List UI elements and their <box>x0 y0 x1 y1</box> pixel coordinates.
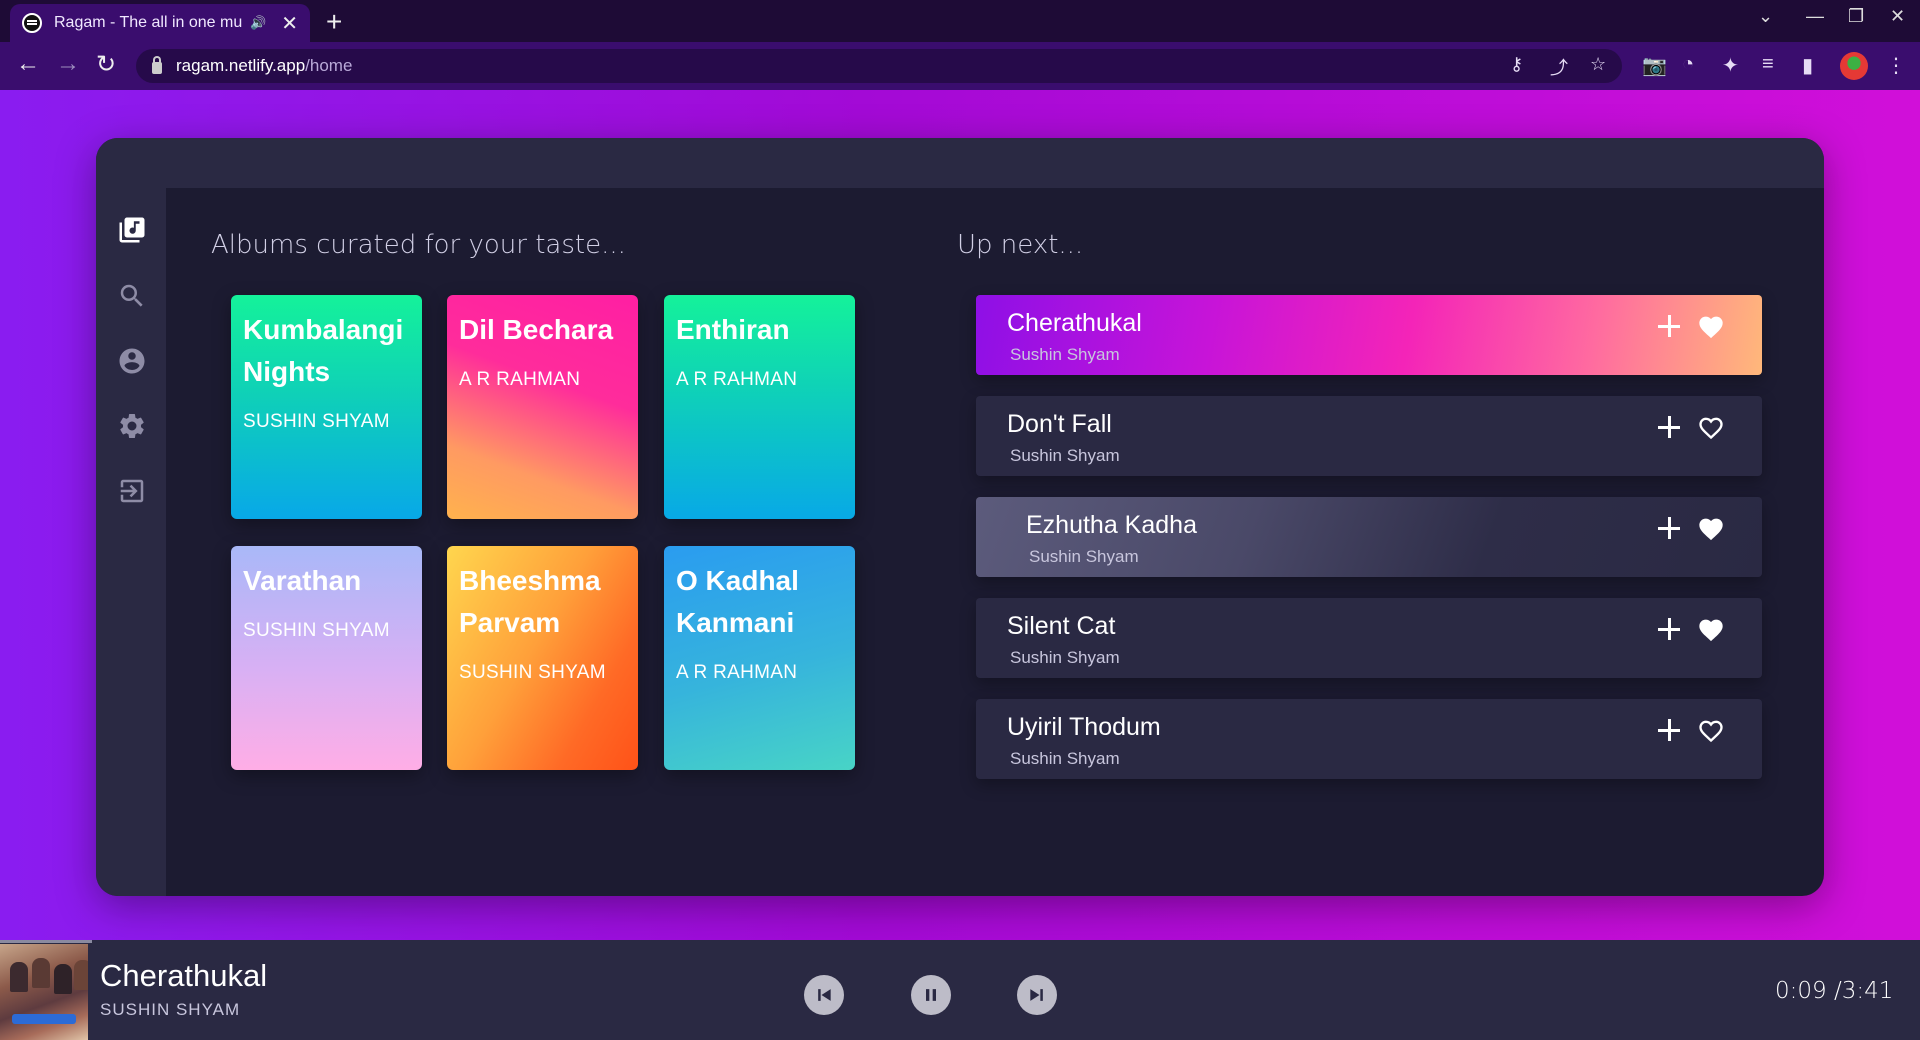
url-host: ragam.netlify.app <box>176 56 306 75</box>
player-bar: Cherathukal SUSHIN SHYAM 0:09 /3:41 <box>0 940 1920 1040</box>
previous-track-button[interactable] <box>804 975 844 1015</box>
puzzle-extensions-icon[interactable]: ✦ <box>1722 53 1739 78</box>
album-title: O Kadhal Kanmani <box>676 565 799 638</box>
album-artist: SUSHIN SHYAM <box>243 411 390 432</box>
key-icon[interactable]: ⚷ <box>1510 54 1523 75</box>
heart-outline-icon[interactable] <box>1697 717 1725 743</box>
song-title: Uyiril Thodum <box>1007 713 1161 741</box>
queue-item-silent-cat[interactable]: Silent Cat Sushin Shyam <box>976 598 1762 678</box>
url-path: /home <box>305 56 353 75</box>
close-window-icon[interactable]: ✕ <box>1890 6 1905 27</box>
page-background: Albums curated for your taste... Kumbala… <box>0 90 1920 940</box>
album-title: Enthiran <box>676 314 790 345</box>
skip-next-icon <box>1030 989 1043 1001</box>
album-artist: A R RAHMAN <box>459 369 581 390</box>
app-panel: Albums curated for your taste... Kumbala… <box>96 138 1824 896</box>
tab-title: Ragam - The all in one mu <box>54 14 243 31</box>
now-playing-artist: SUSHIN SHYAM <box>100 1000 241 1019</box>
heart-filled-icon[interactable] <box>1697 515 1725 541</box>
camera-extension-icon[interactable]: 📷 <box>1642 53 1667 78</box>
queue-section-title: Up next... <box>957 230 1084 260</box>
library-music-icon[interactable] <box>117 215 147 245</box>
albums-section-title: Albums curated for your taste... <box>211 230 626 260</box>
album-artist: A R RAHMAN <box>676 369 798 390</box>
queue-item-cherathukal[interactable]: Cherathukal Sushin Shyam <box>976 295 1762 375</box>
close-tab-icon[interactable]: ✕ <box>281 11 298 36</box>
album-title: Kumbalangi Nights <box>243 314 404 387</box>
album-card-o-kadhal-kanmani[interactable]: O Kadhal Kanmani A R RAHMAN <box>664 546 855 770</box>
album-card-kumbalangi-nights[interactable]: Kumbalangi Nights SUSHIN SHYAM <box>231 295 422 519</box>
profile-avatar[interactable] <box>1840 52 1868 80</box>
share-icon[interactable]: ⤴ <box>1550 54 1568 80</box>
now-playing-title: Cherathukal <box>100 958 268 993</box>
next-track-button[interactable] <box>1017 975 1057 1015</box>
album-title: Varathan <box>243 565 362 596</box>
playback-time: 0:09 /3:41 <box>1775 978 1894 1004</box>
settings-icon[interactable] <box>117 411 147 441</box>
song-artist: Sushin Shyam <box>1010 446 1120 465</box>
album-title: Dil Bechara <box>459 314 614 345</box>
song-title: Cherathukal <box>1007 309 1142 337</box>
playback-progress-bar[interactable] <box>0 940 92 943</box>
new-tab-icon[interactable]: + <box>326 6 342 38</box>
url-field[interactable]: ragam.netlify.app /home ⚷ ⤴ ☆ <box>136 49 1622 83</box>
gauge-extension-icon[interactable]: ◔ <box>1682 53 1694 76</box>
album-title: Bheeshma Parvam <box>459 565 601 638</box>
tab-search-chevron-icon[interactable]: ⌄ <box>1758 6 1773 27</box>
minimize-icon[interactable]: — <box>1806 6 1824 27</box>
account-icon[interactable] <box>117 346 147 376</box>
song-artist: Sushin Shyam <box>1010 345 1120 364</box>
reload-icon[interactable]: ↻ <box>96 50 116 79</box>
heart-filled-icon[interactable] <box>1697 616 1725 642</box>
restore-icon[interactable]: ❐ <box>1848 6 1864 27</box>
more-menu-icon[interactable]: ⋮ <box>1886 53 1906 78</box>
logout-icon[interactable] <box>117 476 147 506</box>
browser-tab[interactable]: Ragam - The all in one mu 🔊 ✕ <box>10 4 310 42</box>
album-artist: SUSHIN SHYAM <box>459 662 606 683</box>
sidebar <box>96 188 166 896</box>
queue-item-uyiril-thodum[interactable]: Uyiril Thodum Sushin Shyam <box>976 699 1762 779</box>
skip-previous-icon <box>818 989 831 1001</box>
pause-icon <box>926 989 936 1001</box>
back-icon[interactable]: ← <box>16 50 40 78</box>
album-card-varathan[interactable]: Varathan SUSHIN SHYAM <box>231 546 422 770</box>
heart-filled-icon[interactable] <box>1697 313 1725 339</box>
album-card-enthiran[interactable]: Enthiran A R RAHMAN <box>664 295 855 519</box>
pause-button[interactable] <box>911 975 951 1015</box>
spotify-favicon-icon <box>22 13 42 33</box>
lock-icon[interactable] <box>152 56 162 74</box>
song-artist: Sushin Shyam <box>1010 749 1120 768</box>
add-to-queue-icon[interactable] <box>1656 515 1682 541</box>
heart-outline-icon[interactable] <box>1697 414 1725 440</box>
song-artist: Sushin Shyam <box>1029 547 1139 566</box>
song-title: Ezhutha Kadha <box>1026 511 1197 539</box>
add-to-queue-icon[interactable] <box>1656 717 1682 743</box>
add-to-queue-icon[interactable] <box>1656 414 1682 440</box>
queue-item-dont-fall[interactable]: Don't Fall Sushin Shyam <box>976 396 1762 476</box>
album-card-dil-bechara[interactable]: Dil Bechara A R RAHMAN <box>447 295 638 519</box>
speaker-icon[interactable]: 🔊 <box>250 15 266 31</box>
side-panel-icon[interactable]: ▮ <box>1802 53 1813 78</box>
album-artist: SUSHIN SHYAM <box>243 620 390 641</box>
song-title: Silent Cat <box>1007 612 1116 640</box>
media-queue-icon[interactable]: ≡ <box>1762 53 1774 76</box>
queue-item-ezhutha-kadha[interactable]: Ezhutha Kadha Sushin Shyam <box>976 497 1762 577</box>
search-icon[interactable] <box>117 281 147 311</box>
add-to-queue-icon[interactable] <box>1656 616 1682 642</box>
panel-top-bar <box>96 138 1824 188</box>
forward-icon[interactable]: → <box>56 50 80 78</box>
song-artist: Sushin Shyam <box>1010 648 1120 667</box>
album-cover-art <box>0 944 88 1040</box>
album-artist: A R RAHMAN <box>676 662 798 683</box>
browser-tab-bar: Ragam - The all in one mu 🔊 ✕ + ⌄ — ❐ ✕ <box>0 0 1920 42</box>
address-bar: ← → ↻ ragam.netlify.app /home ⚷ ⤴ ☆ 📷 ◔ … <box>0 42 1920 90</box>
add-to-queue-icon[interactable] <box>1656 313 1682 339</box>
song-title: Don't Fall <box>1007 410 1112 438</box>
star-icon[interactable]: ☆ <box>1590 54 1606 75</box>
album-card-bheeshma-parvam[interactable]: Bheeshma Parvam SUSHIN SHYAM <box>447 546 638 770</box>
